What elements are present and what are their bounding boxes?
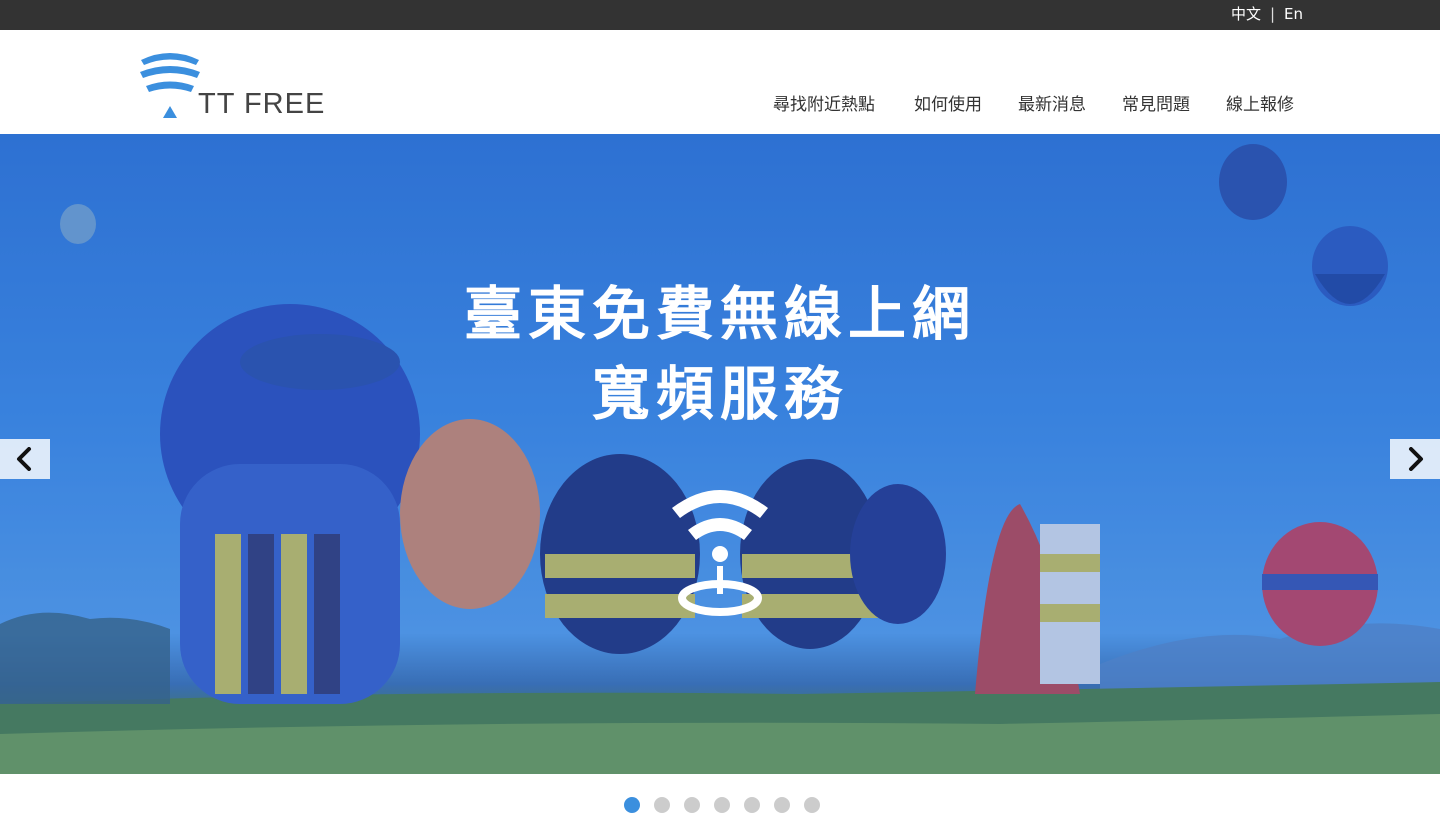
- nav-latest-news[interactable]: 最新消息: [1018, 94, 1086, 116]
- wifi-signal-icon: [672, 490, 768, 616]
- hero-background-image: [0, 134, 1440, 774]
- slider-dot[interactable]: [624, 797, 640, 813]
- nav-how-to-use[interactable]: 如何使用: [914, 94, 982, 116]
- chevron-right-icon: [1409, 447, 1423, 471]
- lang-chinese-link[interactable]: 中文: [1231, 5, 1261, 23]
- site-header: TT FREE 尋找附近熱點 如何使用 最新消息 常見問題 線上報修: [0, 30, 1440, 134]
- language-bar: 中文 | En: [0, 0, 1440, 30]
- lang-english-link[interactable]: En: [1284, 5, 1303, 23]
- slider-dot[interactable]: [654, 797, 670, 813]
- slider-dot[interactable]: [744, 797, 760, 813]
- hero-title-line1: 臺東免費無線上網: [463, 280, 976, 348]
- nav-faq[interactable]: 常見問題: [1122, 94, 1190, 116]
- slider-pagination: [0, 774, 1440, 813]
- slider-next-button[interactable]: [1390, 439, 1440, 479]
- slider-dot[interactable]: [774, 797, 790, 813]
- nav-find-hotspots[interactable]: 尋找附近熱點: [773, 94, 875, 116]
- slider-prev-button[interactable]: [0, 439, 50, 479]
- lang-separator: |: [1270, 5, 1276, 23]
- hero-title-line2: 寬頻服務: [591, 360, 848, 428]
- slider-dot[interactable]: [714, 797, 730, 813]
- slider-dot[interactable]: [804, 797, 820, 813]
- hero-slide: 臺東免費無線上網 寬頻服務: [0, 134, 1440, 774]
- nav-online-repair[interactable]: 線上報修: [1226, 94, 1294, 116]
- logo-text: TT FREE: [198, 88, 326, 120]
- site-logo[interactable]: TT FREE: [138, 48, 328, 122]
- slider-dot[interactable]: [684, 797, 700, 813]
- chevron-left-icon: [17, 447, 31, 471]
